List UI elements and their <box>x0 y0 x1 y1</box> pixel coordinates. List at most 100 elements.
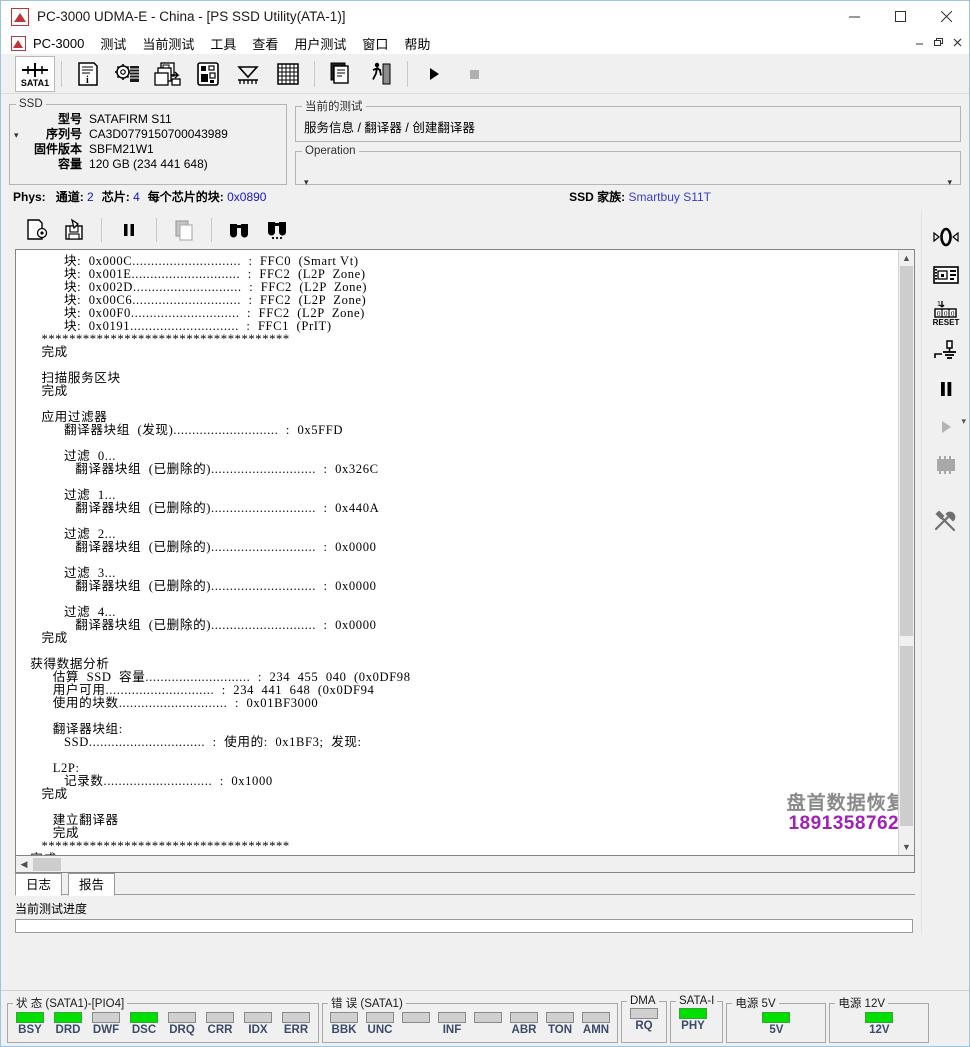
vtool-probe[interactable] <box>926 333 966 369</box>
log-save-button[interactable] <box>55 215 93 245</box>
menu-item-test[interactable]: 测试 <box>92 32 134 55</box>
led-cell-drd: DRD <box>51 1012 85 1036</box>
scroll-left-arrow-icon[interactable]: ◀ <box>16 857 32 872</box>
mdi-minimize-button[interactable] <box>910 34 928 51</box>
led-drq-label: DRQ <box>165 1024 199 1036</box>
led-cell-12v: 12V <box>862 1012 896 1036</box>
toolbar-stop-button[interactable] <box>454 56 494 92</box>
title-bar: PC-3000 UDMA-E - China - [PS SSD Utility… <box>1 1 969 32</box>
operation-right-arrow-icon[interactable]: ▾ <box>947 177 952 188</box>
led-cell-phy: PHY <box>676 1008 710 1032</box>
log-toolbar-separator-2 <box>156 218 157 242</box>
log-left-column: 块: 0x000C............................. :… <box>1 211 921 933</box>
status-group-sata-interface: SATA-I PHY <box>670 995 723 1043</box>
tab-report[interactable]: 报告 <box>68 873 115 896</box>
led-phy-label: PHY <box>676 1020 710 1032</box>
status-group-sata1: 状 态 (SATA1)-[PIO4] BSY DRD DWF DSC <box>7 995 319 1043</box>
vtool-chip[interactable] <box>926 447 966 483</box>
menu-item-user-test[interactable]: 用户测试 <box>286 32 354 55</box>
operation-left-arrow-icon[interactable]: ▾ <box>304 177 309 188</box>
menu-item-window[interactable]: 窗口 <box>354 32 396 55</box>
led-drq-indicator <box>168 1012 196 1023</box>
menu-item-view[interactable]: 查看 <box>244 32 286 55</box>
vertical-scroll-gap <box>900 636 913 646</box>
tab-log[interactable]: 日志 <box>15 873 62 896</box>
vtool-chip-board[interactable] <box>926 257 966 293</box>
toolbar-utility[interactable] <box>108 56 148 92</box>
horizontal-scroll-thumb[interactable] <box>33 858 61 871</box>
toolbar-separator-3 <box>407 61 408 87</box>
toolbar-copy-sectors[interactable] <box>148 56 188 92</box>
led-dwf-indicator <box>92 1012 120 1023</box>
toolbar-port-sata1[interactable]: SATA1 <box>15 56 55 92</box>
log-tabs: 日志 报告 <box>1 873 921 895</box>
window-maximize-button[interactable] <box>877 1 923 32</box>
menu-item-current-test[interactable]: 当前测试 <box>134 32 202 55</box>
drive-info-strip: SSD ▾ 型号 SATAFIRM S11 序列号 CA3D0779150700… <box>1 94 969 185</box>
phys-channel-value: 2 <box>87 190 94 204</box>
led-cell-reserved-2 <box>472 1012 504 1036</box>
led-cell-idx: IDX <box>241 1012 275 1036</box>
vtool-pause[interactable] <box>926 371 966 407</box>
window-title: PC-3000 UDMA-E - China - [PS SSD Utility… <box>37 9 346 24</box>
ssd-collapse-arrow-icon[interactable]: ▾ <box>14 130 19 141</box>
menu-item-pc3000[interactable]: PC-3000 <box>33 34 92 53</box>
status-group-power-12v: 电源 12V 12V <box>829 995 929 1043</box>
led-12v-indicator <box>865 1012 893 1023</box>
phys-chip-value: 4 <box>133 190 140 204</box>
toolbar-data-extractor[interactable] <box>188 56 228 92</box>
led-reserved-1-indicator <box>402 1012 430 1023</box>
led-cell-bbk: BBK <box>328 1012 360 1036</box>
svg-text:RESET: RESET <box>932 318 959 327</box>
svg-text:SATA1: SATA1 <box>21 78 49 88</box>
window-minimize-button[interactable] <box>831 1 877 32</box>
log-horizontal-scrollbar[interactable]: ◀ <box>15 856 915 873</box>
log-output-text[interactable]: 块: 0x000C............................. :… <box>16 250 898 855</box>
scroll-up-arrow-icon[interactable]: ▲ <box>899 250 914 266</box>
status-group-power-12v-legend: 电源 12V <box>835 995 888 1011</box>
mdi-close-button[interactable] <box>948 34 966 51</box>
toolbar-drive-info[interactable]: i <box>68 56 108 92</box>
led-dsc-label: DSC <box>127 1024 161 1036</box>
led-dwf-label: DWF <box>89 1024 123 1036</box>
toolbar-graph[interactable] <box>228 56 268 92</box>
menu-item-help[interactable]: 帮助 <box>396 32 438 55</box>
vtool-reset-counter[interactable]: 1 0 0 0 RESET <box>926 295 966 331</box>
led-ton-indicator <box>546 1012 574 1023</box>
log-copy-button[interactable] <box>165 215 203 245</box>
led-bbk-indicator <box>330 1012 358 1023</box>
vertical-scroll-thumb[interactable] <box>900 266 913 826</box>
mdi-restore-button[interactable] <box>929 34 947 51</box>
led-idx-label: IDX <box>241 1024 275 1036</box>
toolbar-run-tests[interactable] <box>361 56 401 92</box>
log-find-next-button[interactable] <box>258 215 296 245</box>
log-pause-button[interactable] <box>110 215 148 245</box>
led-cell-rq: RQ <box>627 1008 661 1032</box>
toolbar-sector-map[interactable] <box>268 56 308 92</box>
led-5v-label: 5V <box>759 1024 793 1036</box>
ssd-firmware-value: SBFM21W1 <box>89 142 228 157</box>
svg-text:i: i <box>86 75 89 86</box>
led-idx-indicator <box>244 1012 272 1023</box>
led-cell-amn: AMN <box>580 1012 612 1036</box>
window-close-button[interactable] <box>923 1 969 32</box>
log-clear-button[interactable] <box>17 215 55 245</box>
vertical-toolbar-overflow-chevron-icon[interactable]: ▾ <box>961 416 966 427</box>
log-vertical-scrollbar[interactable]: ▲ ▼ <box>898 250 914 855</box>
log-find-button[interactable] <box>220 215 258 245</box>
operation-panel: Operation ▾ ▾ <box>295 145 961 185</box>
toolbar-reports[interactable] <box>321 56 361 92</box>
vertical-scroll-track[interactable] <box>899 266 914 839</box>
tab-log-label: 日志 <box>26 878 51 892</box>
log-toolbar <box>1 211 921 249</box>
vtool-power-cycle[interactable] <box>926 219 966 255</box>
scroll-down-arrow-icon[interactable]: ▼ <box>899 839 914 855</box>
phys-channel-label: 通道: <box>56 190 84 204</box>
phys-blocks-value: 0x0890 <box>227 190 266 204</box>
menu-item-tools[interactable]: 工具 <box>202 32 244 55</box>
error-led-row: BBK UNC INF <box>328 1012 612 1036</box>
vtool-play[interactable] <box>926 409 966 445</box>
status-led-row: BSY DRD DWF DSC DRQ <box>13 1012 313 1036</box>
vtool-tools[interactable] <box>926 503 966 539</box>
toolbar-start-button[interactable] <box>414 56 454 92</box>
